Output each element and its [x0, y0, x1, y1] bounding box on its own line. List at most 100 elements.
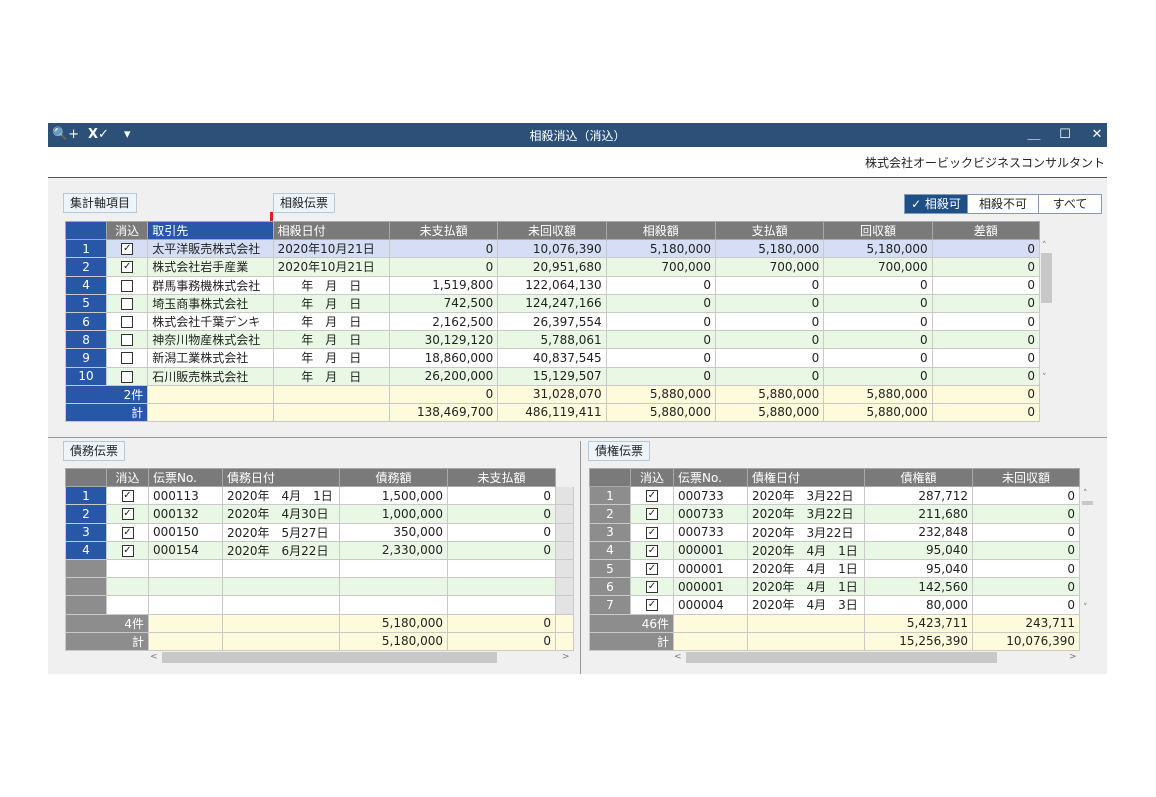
table-row[interactable]: 4 ✓ 000154 2020年 6月22日 2,330,000 0 — [65, 540, 574, 560]
clear-checkbox[interactable]: ✓ — [646, 508, 658, 521]
checkbox-cell[interactable] — [106, 311, 149, 332]
offset-date-cell[interactable]: 2020年10月21日 — [272, 257, 390, 277]
checkbox-cell[interactable] — [106, 275, 149, 295]
header-slip-no[interactable]: 伝票No. — [148, 467, 223, 488]
scroll-thumb[interactable] — [686, 652, 997, 663]
offset-date-cell[interactable]: 年 月 日 — [272, 275, 390, 295]
header-unpaid[interactable]: 未支払額 — [447, 467, 556, 488]
header-credit-date[interactable]: 債権日付 — [747, 467, 865, 488]
table-row[interactable] — [65, 558, 574, 579]
table-row[interactable] — [65, 595, 574, 615]
header-check[interactable]: 消込 — [630, 467, 674, 488]
debt-horizontal-scrollbar[interactable]: < > — [148, 651, 573, 664]
clear-checkbox[interactable] — [121, 352, 134, 365]
checkbox-cell[interactable] — [106, 293, 149, 313]
header-slip-no[interactable]: 伝票No. — [673, 467, 748, 488]
header-unpaid[interactable]: 未支払額 — [388, 220, 499, 241]
clear-checkbox[interactable]: ✓ — [121, 490, 134, 503]
clear-checkbox[interactable]: ✓ — [121, 508, 134, 521]
clear-checkbox[interactable] — [121, 279, 134, 292]
scroll-right-icon[interactable]: > — [562, 652, 570, 662]
clear-checkbox[interactable]: ✓ — [121, 261, 134, 274]
offset-date-cell[interactable]: 年 月 日 — [272, 330, 390, 350]
clear-checkbox[interactable]: ✓ — [121, 544, 134, 557]
scroll-down-icon[interactable]: ˅ — [1083, 603, 1088, 613]
table-row[interactable]: 1 ✓ 000733 2020年 3月22日 287,712 0 — [589, 486, 1080, 506]
header-offset-date[interactable]: 相殺日付 — [272, 220, 390, 241]
scroll-up-icon[interactable]: ˄ — [1042, 241, 1047, 251]
table-row[interactable]: 6 ✓ 000001 2020年 4月 1日 142,560 0 — [589, 577, 1080, 597]
debt-slip-button[interactable]: 債務伝票 — [63, 441, 126, 461]
checkbox-cell[interactable]: ✓ — [630, 540, 674, 560]
clear-checkbox[interactable]: ✓ — [646, 526, 658, 539]
filter-not-offsettable[interactable]: 相殺不可 — [967, 194, 1039, 214]
checkbox-cell[interactable]: ✓ — [630, 504, 674, 524]
table-row[interactable]: 3 ✓ 000733 2020年 3月22日 232,848 0 — [589, 522, 1080, 542]
clear-checkbox[interactable]: ✓ — [646, 563, 658, 576]
offset-date-cell[interactable]: 年 月 日 — [272, 366, 390, 386]
checkbox-cell[interactable]: ✓ — [106, 522, 149, 542]
scroll-thumb[interactable] — [1082, 501, 1093, 505]
offset-slip-button[interactable]: 相殺伝票 — [273, 193, 336, 213]
checkbox-cell[interactable]: ✓ — [630, 577, 674, 597]
scroll-left-icon[interactable]: < — [150, 652, 158, 662]
table-row[interactable]: 10 石川販売株式会社年 月 日 26,200,000 15,129,507 0 0 0 0 — [64, 366, 1041, 386]
offset-date-cell[interactable]: 2020年10月21日 — [272, 239, 390, 259]
header-uncollected[interactable]: 未回収額 — [497, 220, 607, 241]
table-row[interactable]: 4 ✓ 000001 2020年 4月 1日 95,040 0 — [589, 540, 1080, 560]
header-collection[interactable]: 回収額 — [823, 220, 933, 241]
checkbox-cell[interactable]: ✓ — [630, 486, 674, 506]
table-row[interactable]: 8 神奈川物産株式会社年 月 日 30,129,120 5,788,061 0 0 0 0 — [64, 330, 1041, 350]
table-row[interactable]: 1 ✓ 000113 2020年 4月 1日 1,500,000 0 — [65, 486, 574, 506]
table-row[interactable]: 5 埼玉商事株式会社年 月 日 742,500 124,247,166 0 0 0 0 — [64, 293, 1041, 313]
header-credit-amount[interactable]: 債権額 — [864, 467, 973, 488]
main-vertical-scrollbar[interactable]: ˄ ˅ — [1040, 239, 1053, 385]
clear-checkbox[interactable]: ✓ — [646, 581, 658, 594]
clear-checkbox[interactable] — [121, 370, 134, 383]
clear-checkbox[interactable] — [121, 297, 134, 310]
checkbox-cell[interactable] — [106, 348, 149, 368]
offset-date-cell[interactable]: 年 月 日 — [272, 293, 390, 313]
table-row[interactable]: 9 新潟工業株式会社年 月 日 18,860,000 40,837,545 0 0 0 0 — [64, 348, 1041, 368]
credit-horizontal-scrollbar[interactable]: < > — [672, 651, 1080, 664]
maximize-button[interactable]: ☐ — [1056, 126, 1074, 144]
scroll-thumb[interactable] — [162, 652, 497, 663]
scroll-thumb[interactable] — [1041, 253, 1052, 303]
scroll-down-icon[interactable]: ˅ — [1042, 373, 1047, 383]
credit-vertical-scrollbar[interactable]: ˄ ˅ — [1081, 487, 1094, 615]
header-offset-amount[interactable]: 相殺額 — [605, 220, 716, 241]
table-row[interactable]: 3 ✓ 000150 2020年 5月27日 350,000 0 — [65, 522, 574, 542]
checkbox-cell[interactable]: ✓ — [106, 504, 149, 524]
table-row[interactable] — [65, 577, 574, 597]
scroll-up-icon[interactable]: ˄ — [1083, 489, 1088, 499]
clear-checkbox[interactable]: ✓ — [121, 243, 134, 256]
credit-slip-button[interactable]: 債権伝票 — [588, 441, 651, 461]
checkbox-cell[interactable]: ✓ — [630, 522, 674, 542]
checkbox-cell[interactable] — [106, 330, 149, 350]
checkbox-cell[interactable]: ✓ — [630, 558, 674, 579]
clear-checkbox[interactable]: ✓ — [646, 599, 658, 612]
header-debt-amount[interactable]: 債務額 — [339, 467, 448, 488]
table-row[interactable]: 7 ✓ 000004 2020年 4月 3日 80,000 0 — [589, 595, 1080, 615]
header-payment[interactable]: 支払額 — [714, 220, 825, 241]
header-diff[interactable]: 差額 — [931, 220, 1041, 241]
checkbox-cell[interactable]: ✓ — [106, 239, 149, 259]
close-button[interactable]: ✕ — [1088, 126, 1106, 144]
summary-axis-button[interactable]: 集計軸項目 — [63, 193, 138, 213]
clear-checkbox[interactable]: ✓ — [646, 544, 658, 557]
offset-date-cell[interactable]: 年 月 日 — [272, 348, 390, 368]
table-row[interactable]: 5 ✓ 000001 2020年 4月 1日 95,040 0 — [589, 558, 1080, 579]
scroll-right-icon[interactable]: > — [1069, 652, 1077, 662]
checkbox-cell[interactable]: ✓ — [106, 486, 149, 506]
pane-divider[interactable] — [580, 441, 581, 674]
checkbox-cell[interactable]: ✓ — [106, 540, 149, 560]
minimize-button[interactable]: ＿ — [1025, 126, 1043, 144]
table-row[interactable]: 2 ✓ 000733 2020年 3月22日 211,680 0 — [589, 504, 1080, 524]
checkbox-cell[interactable]: ✓ — [630, 595, 674, 615]
header-check[interactable]: 消込 — [106, 467, 149, 488]
header-debt-date[interactable]: 債務日付 — [222, 467, 340, 488]
table-row[interactable]: 2 ✓ 000132 2020年 4月30日 1,000,000 0 — [65, 504, 574, 524]
checkbox-cell[interactable]: ✓ — [106, 257, 149, 277]
table-row[interactable]: 1 ✓ 太平洋販売株式会社 2020年10月21日 0 10,076,390 5,180,0… — [64, 239, 1041, 259]
table-row[interactable]: 2 ✓ 株式会社岩手産業 2020年10月21日 0 20,951,680 700,000 7… — [64, 257, 1041, 277]
